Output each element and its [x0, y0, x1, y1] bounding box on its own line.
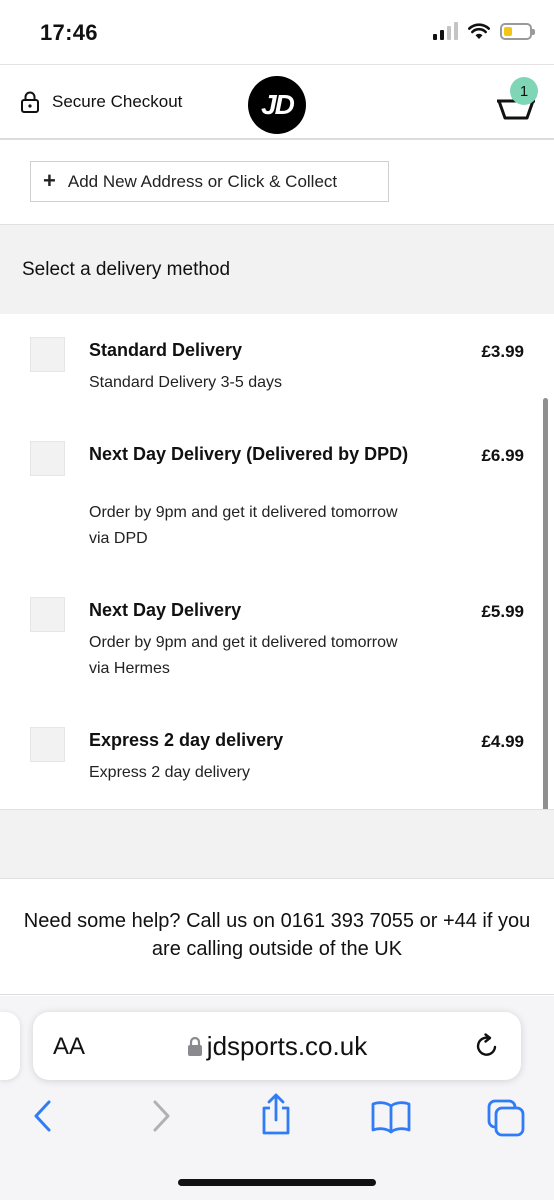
delivery-option-description: Express 2 day delivery: [89, 764, 250, 781]
delivery-checkbox[interactable]: [30, 727, 65, 762]
delivery-option-price: £4.99: [481, 732, 524, 751]
delivery-option-title: Next Day Delivery (Delivered by DPD): [89, 444, 409, 464]
delivery-checkbox[interactable]: [30, 597, 65, 632]
delivery-option-description: Standard Delivery 3-5 days: [89, 374, 282, 391]
share-icon[interactable]: [258, 1092, 294, 1136]
delivery-option-standard[interactable]: Standard Delivery Standard Delivery 3-5 …: [8, 315, 546, 415]
delivery-checkbox[interactable]: [30, 441, 65, 476]
status-bar: 17:46: [0, 0, 554, 64]
delivery-option-next-day-hermes[interactable]: Next Day Delivery Order by 9pm and get i…: [8, 577, 546, 697]
basket-count-badge: 1: [510, 77, 538, 105]
delivery-option-title: Standard Delivery: [89, 340, 243, 360]
bookmarks-icon[interactable]: [370, 1098, 412, 1134]
address-section: + Add New Address or Click & Collect: [8, 142, 546, 224]
url-display[interactable]: jdsports.co.uk: [33, 1031, 521, 1062]
forward-icon[interactable]: [150, 1098, 174, 1134]
secure-checkout: Secure Checkout: [20, 91, 182, 113]
add-address-label: Add New Address or Click & Collect: [67, 171, 338, 191]
delivery-option-price: £5.99: [481, 602, 524, 621]
basket-button[interactable]: 1: [496, 77, 538, 121]
delivery-option-title: Next Day Delivery: [89, 600, 242, 620]
spacer-section: [0, 809, 554, 879]
address-bar[interactable]: AA jdsports.co.uk: [33, 1012, 521, 1080]
delivery-option-description: Order by 9pm and get it delivered tomorr…: [89, 504, 398, 547]
help-section: Need some help? Call us on 0161 393 7055…: [0, 879, 554, 995]
delivery-option-title: Express 2 day delivery: [89, 730, 284, 750]
jd-logo[interactable]: JD: [248, 76, 306, 134]
delivery-checkbox[interactable]: [30, 337, 65, 372]
browser-nav-bar: [0, 1093, 554, 1138]
delivery-option-price: £6.99: [481, 446, 524, 465]
tabs-icon[interactable]: [486, 1098, 526, 1138]
padlock-icon: [21, 91, 39, 113]
delivery-option-express[interactable]: Express 2 day delivery Express 2 day del…: [8, 707, 546, 807]
battery-icon: [500, 22, 535, 40]
help-text: Need some help? Call us on 0161 393 7055…: [23, 910, 531, 960]
delivery-option-price: £3.99: [481, 342, 524, 361]
wifi-icon: [468, 22, 490, 39]
home-indicator[interactable]: [178, 1179, 376, 1186]
status-time: 17:46: [40, 20, 98, 45]
plus-icon: +: [43, 167, 56, 193]
add-address-button[interactable]: + Add New Address or Click & Collect: [30, 161, 389, 202]
logo-text: JD: [261, 89, 295, 120]
lock-icon: [187, 1036, 202, 1056]
previous-tab-peek[interactable]: [0, 1012, 20, 1080]
url-text: jdsports.co.uk: [206, 1031, 368, 1061]
back-icon[interactable]: [30, 1098, 54, 1134]
delivery-option-description: Order by 9pm and get it delivered tomorr…: [89, 634, 398, 677]
delivery-heading-section: Select a delivery method: [0, 224, 554, 314]
page-scrollbar[interactable]: [543, 398, 548, 844]
delivery-heading: Select a delivery method: [22, 259, 231, 280]
cellular-signal-icon: [433, 22, 458, 40]
secure-checkout-label: Secure Checkout: [52, 92, 183, 111]
status-icons: [433, 22, 535, 40]
delivery-method-list: Standard Delivery Standard Delivery 3-5 …: [8, 315, 546, 809]
delivery-option-next-day-dpd[interactable]: Next Day Delivery (Delivered by DPD) Ord…: [8, 419, 546, 569]
reload-icon[interactable]: [473, 1032, 501, 1060]
browser-toolbar: AA jdsports.co.uk: [0, 996, 554, 1200]
checkout-header: Secure Checkout JD 1: [0, 64, 554, 140]
